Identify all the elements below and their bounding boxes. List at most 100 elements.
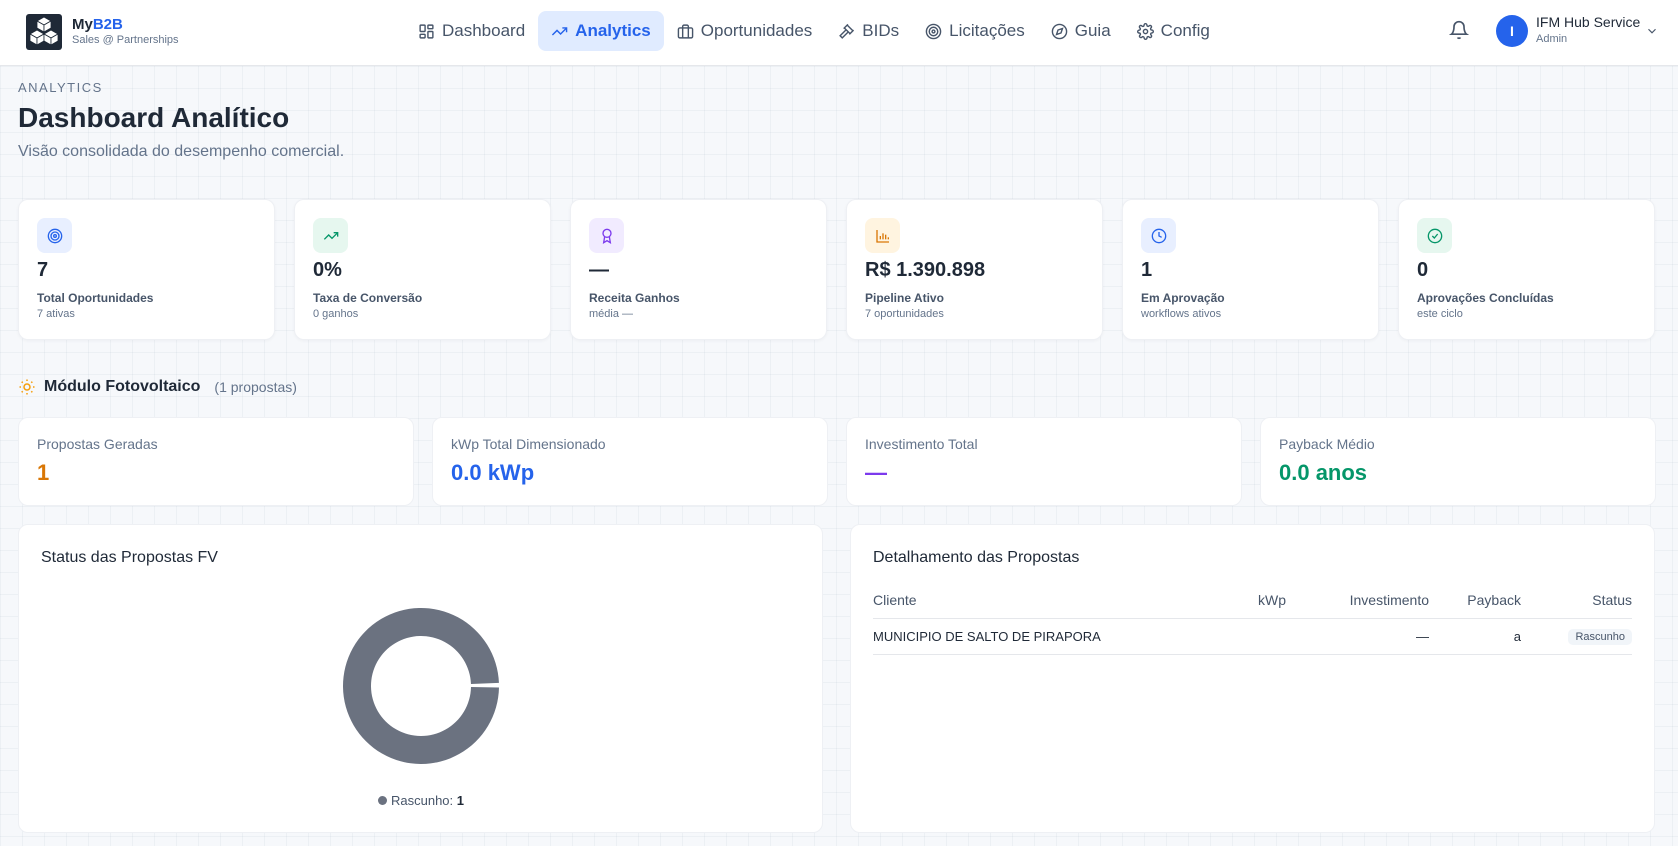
kpi-sub: workflows ativos (1141, 308, 1222, 320)
main-nav: Dashboard Analytics Oportunidades BIDs L… (405, 11, 1223, 51)
metric-card-propostas-geradas: Propostas Geradas 1 (18, 417, 414, 506)
nav-licitacoes[interactable]: Licitações (912, 11, 1038, 51)
nav-guia-label: Guia (1074, 21, 1111, 40)
metric-value: — (865, 460, 887, 485)
kpi-sub: média — (589, 308, 634, 320)
kpi-value: 0 (1417, 259, 1429, 281)
table-header-row: Cliente kWp Investimento Payback Status (873, 583, 1632, 619)
chevron-down-icon[interactable] (1645, 24, 1659, 43)
metric-value: 0.0 anos (1279, 460, 1368, 485)
metric-label: Propostas Geradas (37, 436, 158, 452)
kpi-sub: 0 ganhos (313, 308, 359, 320)
nav-analytics[interactable]: Analytics (538, 11, 664, 51)
metric-card-investimento-total: Investimento Total — (846, 417, 1242, 506)
kpi-value: 1 (1141, 259, 1153, 281)
panel-title: Detalhamento das Propostas (873, 549, 1080, 566)
user-name: IFM Hub Service (1536, 14, 1641, 30)
kpi-card-aprovacoes-concluidas: 0 Aprovações Concluídas este ciclo (1398, 199, 1655, 340)
page-eyebrow: ANALYTICS (18, 80, 103, 95)
clock-icon (1141, 218, 1176, 253)
col-cliente[interactable]: Cliente (873, 583, 1233, 619)
target-icon (37, 218, 72, 253)
metric-card-kwp-total: kWp Total Dimensionado 0.0 kWp (432, 417, 828, 506)
brand-name: MyB2B (72, 16, 123, 33)
kpi-label: Total Oportunidades (37, 291, 154, 305)
nav-config-label: Config (1160, 21, 1210, 40)
kpi-value: — (589, 259, 609, 281)
gavel-icon (839, 23, 855, 39)
nav-guia[interactable]: Guia (1038, 11, 1124, 51)
metric-label: Payback Médio (1279, 436, 1375, 452)
legend-label: Rascunho: (390, 793, 454, 808)
nav-bids[interactable]: BIDs (825, 11, 912, 51)
section-name: Módulo Fotovoltaico (44, 378, 201, 395)
kpi-label: Receita Ganhos (589, 291, 680, 305)
nav-dashboard[interactable]: Dashboard (405, 11, 538, 51)
layout-grid-icon (419, 23, 434, 39)
status-donut-chart (343, 608, 499, 764)
kpi-sub: 7 ativas (37, 308, 75, 320)
compass-icon (1051, 23, 1068, 39)
kpi-sub: este ciclo (1417, 308, 1463, 320)
status-badge: Rascunho (1568, 628, 1632, 645)
target-icon (925, 23, 942, 39)
chart-legend: Rascunho: 1 (19, 793, 823, 808)
notifications-bell-icon[interactable] (1448, 20, 1471, 42)
kpi-label: Aprovações Concluídas (1417, 291, 1554, 305)
proposals-table: Cliente kWp Investimento Payback Status … (873, 583, 1632, 655)
kpi-label: Em Aprovação (1141, 291, 1225, 305)
nav-licitacoes-label: Licitações (949, 21, 1025, 40)
kpi-label: Taxa de Conversão (313, 291, 423, 305)
trending-up-icon (552, 26, 568, 36)
legend-value: 1 (456, 793, 464, 808)
kpi-card-pipeline-ativo: R$ 1.390.898 Pipeline Ativo 7 oportunida… (846, 199, 1103, 340)
metric-label: Investimento Total (865, 436, 978, 452)
nav-config[interactable]: Config (1124, 11, 1223, 51)
kpi-card-em-aprovacao: 1 Em Aprovação workflows ativos (1122, 199, 1379, 340)
col-status[interactable]: Status (1521, 583, 1632, 619)
avatar[interactable]: I (1496, 15, 1528, 47)
nav-oportunidades-label: Oportunidades (700, 21, 813, 40)
page-subtitle: Visão consolidada do desempenho comercia… (18, 143, 345, 160)
check-circle-icon (1417, 218, 1452, 253)
donut-slice-rascunho[interactable] (343, 608, 499, 764)
col-investimento[interactable]: Investimento (1286, 583, 1429, 619)
cubes-logo-icon[interactable] (26, 14, 62, 50)
table-row[interactable]: MUNICIPIO DE SALTO DE PIRAPORA — a Rascu… (873, 618, 1632, 655)
kpi-value: 7 (37, 259, 49, 281)
legend-dot (377, 796, 387, 805)
metric-value: 0.0 kWp (451, 460, 535, 485)
nav-analytics-label: Analytics (575, 21, 651, 40)
briefcase-icon (677, 23, 694, 39)
col-kwp[interactable]: kWp (1233, 583, 1286, 619)
kpi-card-total-oportunidades: 7 Total Oportunidades 7 ativas (18, 199, 275, 340)
gear-icon (1136, 22, 1154, 40)
cell-status: Rascunho (1521, 618, 1632, 655)
metric-card-payback-medio: Payback Médio 0.0 anos (1260, 417, 1656, 506)
brand-subtitle: Sales @ Partnerships (72, 34, 179, 46)
metric-label: kWp Total Dimensionado (451, 436, 606, 452)
nav-oportunidades[interactable]: Oportunidades (664, 11, 826, 51)
sun-icon (19, 379, 35, 395)
user-menu[interactable]: IFM Hub Service Admin (1536, 14, 1640, 47)
top-navbar: MyB2B Sales @ Partnerships Dashboard Ana… (0, 0, 1678, 66)
kpi-label: Pipeline Ativo (865, 291, 944, 305)
brand[interactable]: MyB2B Sales @ Partnerships (72, 16, 179, 47)
page-title: Dashboard Analítico (18, 102, 290, 133)
user-role: Admin (1536, 33, 1568, 45)
kpi-card-receita-ganhos: — Receita Ganhos média — (570, 199, 827, 340)
panel-title: Status das Propostas FV (41, 549, 218, 566)
cell-kwp (1233, 618, 1286, 655)
section-title-fotovoltaico: Módulo Fotovoltaico (1 propostas) (18, 378, 297, 396)
col-payback[interactable]: Payback (1429, 583, 1521, 619)
detail-panel: Detalhamento das Propostas Cliente kWp I… (850, 524, 1655, 833)
kpi-value: R$ 1.390.898 (865, 259, 986, 281)
cell-cliente: MUNICIPIO DE SALTO DE PIRAPORA (873, 618, 1233, 655)
cell-payback: a (1429, 618, 1521, 655)
section-count: (1 propostas) (214, 379, 297, 395)
metric-value: 1 (37, 460, 50, 485)
kpi-card-taxa-conversao: 0% Taxa de Conversão 0 ganhos (294, 199, 551, 340)
trending-up-icon (313, 218, 348, 253)
kpi-sub: 7 oportunidades (865, 308, 944, 320)
bar-chart-icon (865, 218, 900, 253)
